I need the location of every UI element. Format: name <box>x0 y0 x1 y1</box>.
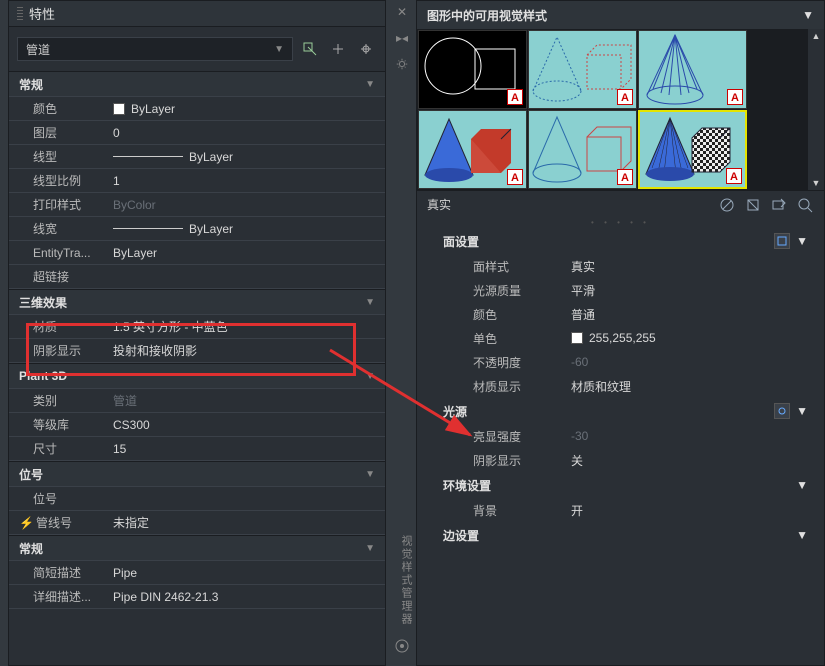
gear-icon[interactable] <box>394 56 410 72</box>
vertical-label: 视觉样式管理器 <box>398 535 414 626</box>
panel-title: 特性 <box>29 4 55 23</box>
panel-title-bar[interactable]: 特性 <box>9 1 385 27</box>
prop-row-category[interactable]: 类别 管道 <box>9 389 385 413</box>
apply-style-icon[interactable] <box>744 196 762 214</box>
prop-row-spec[interactable]: 等级库 CS300 <box>9 413 385 437</box>
prop-row-light-quality[interactable]: 光源质量 平滑 <box>431 278 820 302</box>
section-environment[interactable]: 环境设置 ▼ <box>431 472 820 498</box>
chevron-down-icon: ▼ <box>796 528 808 542</box>
current-style-name: 真实 <box>427 196 451 213</box>
export-style-icon[interactable] <box>770 196 788 214</box>
section-plant3d[interactable]: Plant 3D ▼ <box>9 363 385 389</box>
autodesk-badge-icon: A <box>507 89 523 105</box>
face-settings-icon[interactable] <box>774 233 790 249</box>
visual-style-thumb-selected[interactable]: A <box>638 110 747 189</box>
autodesk-badge-icon: A <box>726 168 742 184</box>
autodesk-badge-icon: A <box>727 89 743 105</box>
prop-row-transparency[interactable]: EntityTra... ByLayer <box>9 241 385 265</box>
prop-row-mono[interactable]: 单色 255,255,255 <box>431 326 820 350</box>
section-light[interactable]: 光源 ▼ <box>431 398 820 424</box>
chevron-down-icon: ▼ <box>796 478 808 492</box>
separator: • • • • • <box>417 218 824 228</box>
prop-row-ltscale[interactable]: 线型比例 1 <box>9 169 385 193</box>
visual-style-thumb[interactable]: A <box>638 30 747 109</box>
scroll-down-icon[interactable]: ▼ <box>812 178 821 188</box>
quick-select-icon[interactable] <box>299 38 321 60</box>
prop-row-background[interactable]: 背景 开 <box>431 498 820 522</box>
prop-row-material-display[interactable]: 材质显示 材质和纹理 <box>431 374 820 398</box>
visual-style-thumb[interactable]: A <box>418 110 527 189</box>
section-3d-effects[interactable]: 三维效果 ▼ <box>9 289 385 315</box>
color-swatch <box>113 103 125 115</box>
prop-row-face-style[interactable]: 面样式 真实 <box>431 254 820 278</box>
prop-row-color[interactable]: 颜色 ByLayer <box>9 97 385 121</box>
visual-style-thumb[interactable]: A <box>528 110 637 189</box>
prop-row-plotstyle[interactable]: 打印样式 ByColor <box>9 193 385 217</box>
prop-row-face-color[interactable]: 颜色 普通 <box>431 302 820 326</box>
visual-style-thumb[interactable]: A <box>418 30 527 109</box>
visual-styles-header: 图形中的可用视觉样式 ▼ <box>417 1 824 29</box>
color-swatch <box>571 332 583 344</box>
prop-row-highlight-intensity[interactable]: 亮显强度 -30 <box>431 424 820 448</box>
line-sample <box>113 228 183 229</box>
prop-row-opacity[interactable]: 不透明度 -60 <box>431 350 820 374</box>
chevron-down-icon: ▼ <box>274 44 284 55</box>
visual-styles-panel: 图形中的可用视觉样式 ▼ A A A A <box>416 0 825 666</box>
collapse-icon[interactable]: ▸◂ <box>394 30 410 46</box>
section-tag[interactable]: 位号 ▼ <box>9 461 385 487</box>
chevron-down-icon: ▼ <box>796 404 808 418</box>
prop-row-tagno[interactable]: 位号 <box>9 487 385 511</box>
prop-row-sdesc[interactable]: 简短描述 Pipe <box>9 561 385 585</box>
pick-icon[interactable] <box>355 38 377 60</box>
manager-icon[interactable] <box>394 638 410 654</box>
chevron-down-icon: ▼ <box>365 543 375 554</box>
new-style-icon[interactable] <box>718 196 736 214</box>
chevron-down-icon: ▼ <box>365 297 375 308</box>
prop-row-lineweight[interactable]: 线宽 ByLayer <box>9 217 385 241</box>
side-gutter: ✕ ▸◂ 视觉样式管理器 <box>388 0 416 666</box>
prop-row-material[interactable]: 材质 1.5 英寸方形 - 中蓝色 <box>9 315 385 339</box>
autodesk-badge-icon: A <box>617 89 633 105</box>
prop-row-lineno[interactable]: ⚡管线号 未指定 <box>9 511 385 535</box>
prop-row-size[interactable]: 尺寸 15 <box>9 437 385 461</box>
dropdown-value: 管道 <box>26 41 50 58</box>
chevron-down-icon: ▼ <box>365 79 375 90</box>
autodesk-badge-icon: A <box>507 169 523 185</box>
prop-row-shadow-display[interactable]: 阴影显示 关 <box>431 448 820 472</box>
section-general[interactable]: 常规 ▼ <box>9 71 385 97</box>
line-sample <box>113 156 183 157</box>
autodesk-badge-icon: A <box>617 169 633 185</box>
lightning-icon: ⚡ <box>19 516 34 530</box>
chevron-down-icon: ▼ <box>365 371 375 382</box>
thumbnail-scrollbar[interactable]: ▲ ▼ <box>808 29 824 190</box>
prop-row-layer[interactable]: 图层 0 <box>9 121 385 145</box>
style-name-row: 真实 <box>417 190 824 218</box>
visual-style-thumb[interactable]: A <box>528 30 637 109</box>
thumbnail-grid: A A A A A <box>417 29 824 190</box>
close-icon[interactable]: ✕ <box>394 4 410 20</box>
header-title: 图形中的可用视觉样式 <box>427 7 547 24</box>
object-selector-row: 管道 ▼ <box>9 27 385 71</box>
prop-row-shadow[interactable]: 阴影显示 投射和接收阴影 <box>9 339 385 363</box>
delete-style-icon[interactable] <box>796 196 814 214</box>
chevron-down-icon: ▼ <box>365 469 375 480</box>
prop-row-linetype[interactable]: 线型 ByLayer <box>9 145 385 169</box>
object-type-dropdown[interactable]: 管道 ▼ <box>17 37 293 61</box>
chevron-down-icon: ▼ <box>796 234 808 248</box>
prop-row-ldesc[interactable]: 详细描述... Pipe DIN 2462-21.3 <box>9 585 385 609</box>
grip-icon <box>17 7 23 21</box>
scroll-up-icon[interactable]: ▲ <box>812 31 821 41</box>
section-edge[interactable]: 边设置 ▼ <box>431 522 820 548</box>
section-face[interactable]: 面设置 ▼ <box>431 228 820 254</box>
properties-panel: 特性 管道 ▼ 常规 ▼ 颜色 ByLayer 图层 0 线型 ByLayer … <box>8 0 386 666</box>
select-objects-icon[interactable] <box>327 38 349 60</box>
section-general2[interactable]: 常规 ▼ <box>9 535 385 561</box>
light-settings-icon[interactable] <box>774 403 790 419</box>
chevron-down-icon[interactable]: ▼ <box>802 8 814 22</box>
prop-row-hyperlink[interactable]: 超链接 <box>9 265 385 289</box>
